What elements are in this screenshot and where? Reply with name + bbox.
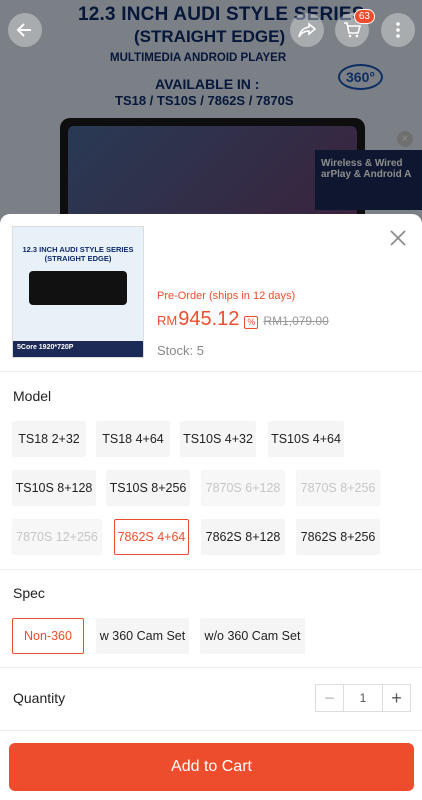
model-option-disabled: 7870S 6+128 bbox=[201, 470, 285, 506]
quantity-decrease-button[interactable]: − bbox=[316, 685, 343, 711]
model-option-disabled: 7870S 8+256 bbox=[296, 470, 380, 506]
arrow-left-icon bbox=[16, 23, 31, 37]
spec-option[interactable]: w 360 Cam Set bbox=[96, 618, 189, 654]
divider bbox=[0, 667, 422, 668]
more-vertical-icon bbox=[396, 22, 400, 38]
model-option-selected[interactable]: 7862S 4+64 bbox=[114, 519, 189, 555]
add-to-cart-button[interactable]: Add to Cart bbox=[9, 743, 414, 791]
thumbnail-title: 12.3 INCH AUDI STYLE SERIES (STRAIGHT ED… bbox=[22, 245, 134, 263]
divider bbox=[0, 371, 422, 372]
model-label: Model bbox=[13, 388, 52, 404]
quantity-increase-button[interactable]: + bbox=[383, 685, 410, 711]
cart-count-badge: 63 bbox=[353, 9, 375, 24]
thumbnail-footer: 5Core 1920*720P bbox=[13, 341, 143, 357]
variation-sheet: 12.3 INCH AUDI STYLE SERIES (STRAIGHT ED… bbox=[0, 214, 422, 800]
quantity-label: Quantity bbox=[13, 690, 66, 706]
thumbnail-device-image bbox=[29, 271, 127, 305]
more-button[interactable] bbox=[381, 13, 415, 47]
back-button[interactable] bbox=[8, 13, 42, 47]
divider bbox=[0, 569, 422, 570]
model-option-disabled: 7870S 12+256 bbox=[12, 519, 102, 555]
share-icon bbox=[298, 22, 317, 38]
discount-icon: % bbox=[244, 316, 259, 329]
product-thumbnail[interactable]: 12.3 INCH AUDI STYLE SERIES (STRAIGHT ED… bbox=[12, 226, 144, 358]
quantity-stepper: − 1 + bbox=[315, 684, 411, 712]
close-icon[interactable] bbox=[388, 228, 408, 248]
model-option[interactable]: TS10S 8+256 bbox=[106, 470, 190, 506]
spec-option[interactable]: w/o 360 Cam Set bbox=[200, 618, 305, 654]
price-row: RM 945.12 % RM1,079.00 bbox=[157, 308, 329, 331]
share-button[interactable] bbox=[290, 13, 324, 47]
model-option[interactable]: TS10S 8+128 bbox=[12, 470, 96, 506]
spec-option-selected[interactable]: Non-360 bbox=[12, 618, 84, 654]
price-currency: RM bbox=[157, 313, 178, 328]
divider bbox=[0, 730, 422, 731]
preorder-text: Pre-Order (ships in 12 days) bbox=[157, 290, 296, 302]
quantity-input[interactable]: 1 bbox=[343, 685, 383, 711]
spec-label: Spec bbox=[13, 585, 45, 601]
model-option[interactable]: 7862S 8+256 bbox=[296, 519, 380, 555]
model-option[interactable]: TS18 4+64 bbox=[96, 421, 170, 457]
stock-count: Stock: 5 bbox=[157, 343, 204, 358]
original-price: RM1,079.00 bbox=[263, 314, 329, 328]
price-value: 945.12 bbox=[178, 308, 240, 330]
model-option[interactable]: 7862S 8+128 bbox=[201, 519, 285, 555]
model-option[interactable]: TS10S 4+32 bbox=[180, 421, 256, 457]
model-option[interactable]: TS18 2+32 bbox=[12, 421, 86, 457]
cart-button[interactable]: 63 bbox=[335, 9, 375, 47]
model-option[interactable]: TS10S 4+64 bbox=[268, 421, 344, 457]
